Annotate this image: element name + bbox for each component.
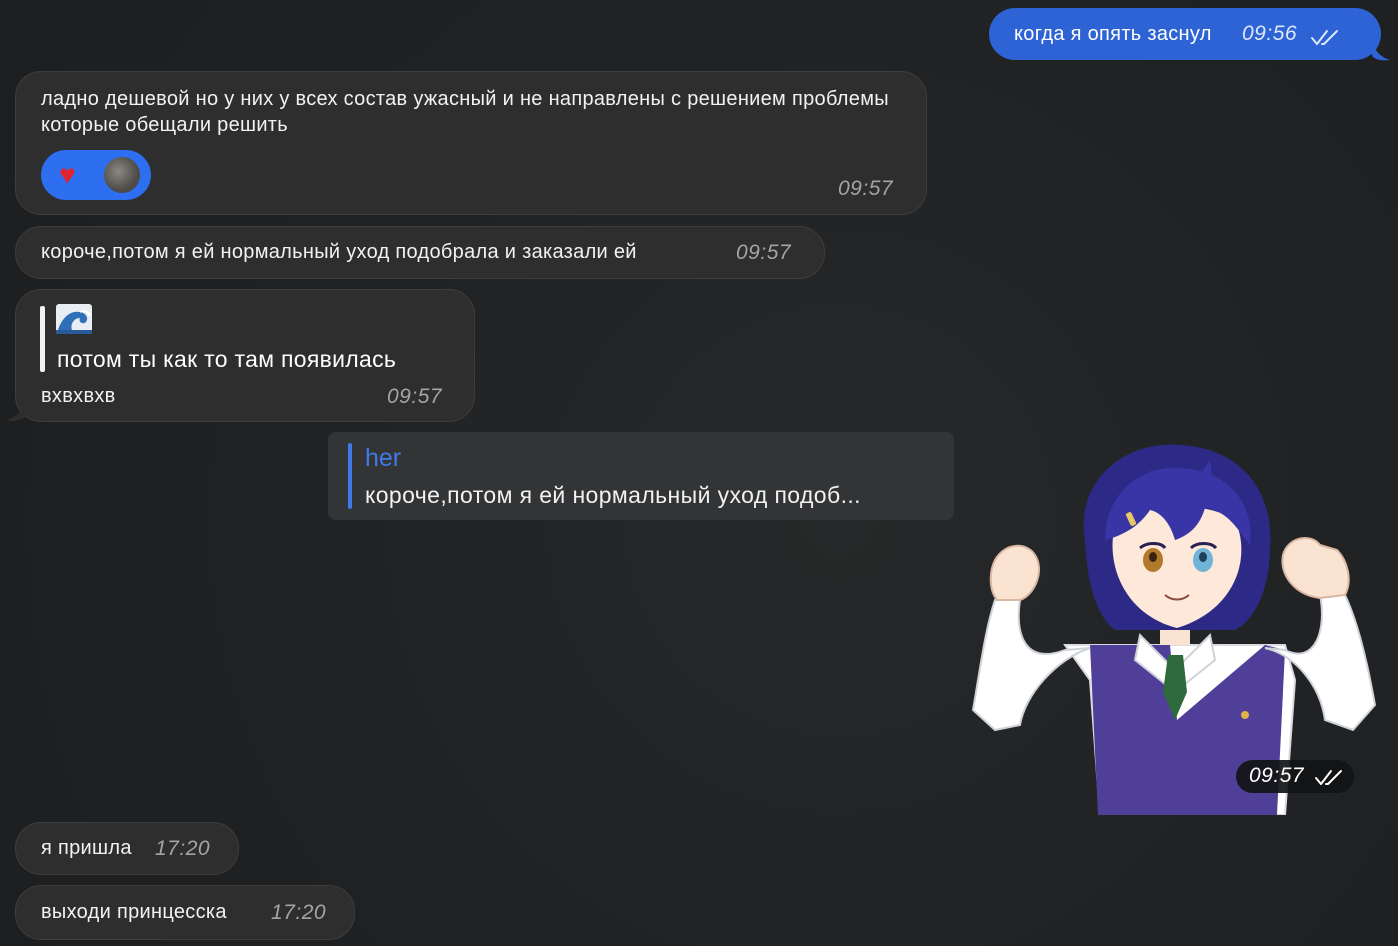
message-text: я пришла: [41, 837, 132, 859]
message-time: 09:56: [1242, 22, 1298, 45]
message-time: 09:57: [1249, 764, 1305, 787]
message-time: 17:20: [155, 837, 211, 860]
anime-girl-sticker[interactable]: [965, 430, 1385, 815]
quote-bar: [40, 306, 45, 372]
reply-accent-bar: [348, 443, 352, 509]
quote-text: потом ты как то там появилась: [57, 346, 397, 372]
chat-area: когда я опять заснул 09:56 ладно дешевой…: [0, 0, 1398, 946]
message-time: 09:57: [838, 177, 894, 200]
incoming-message[interactable]: потом ты как то там появилась вхвхвхв 09…: [15, 289, 475, 422]
reply-quote[interactable]: her короче,потом я ей нормальный уход по…: [328, 432, 954, 520]
incoming-message[interactable]: я пришла 17:20: [15, 822, 239, 875]
message-text: короче,потом я ей нормальный уход подобр…: [41, 241, 637, 263]
incoming-message[interactable]: короче,потом я ей нормальный уход подобр…: [15, 226, 825, 279]
message-text: вхвхвхв: [41, 385, 116, 407]
message-time: 09:57: [736, 241, 792, 264]
sticker-time-badge: 09:57: [1236, 760, 1354, 793]
reply-text: короче,потом я ей нормальный уход подоб.…: [365, 482, 861, 508]
double-check-icon: [1311, 30, 1338, 45]
outgoing-message[interactable]: когда я опять заснул 09:56: [989, 8, 1381, 60]
message-text: когда я опять заснул: [1014, 23, 1212, 45]
double-check-icon: [1315, 770, 1342, 785]
message-time: 09:57: [387, 385, 443, 408]
reply-author: her: [365, 444, 402, 472]
reaction-pill[interactable]: ♥: [41, 150, 151, 200]
incoming-message[interactable]: выходи принцесска 17:20: [15, 885, 355, 940]
heart-icon: ♥: [59, 159, 76, 190]
avatar: [102, 155, 142, 195]
message-time: 17:20: [271, 901, 327, 924]
bubble-tail: [1372, 40, 1390, 61]
message-text: выходи принцесска: [41, 901, 227, 923]
wave-emoji-icon: [56, 304, 92, 334]
message-text: ладно дешевой но у них у всех состав ужа…: [41, 88, 889, 136]
incoming-message[interactable]: ладно дешевой но у них у всех состав ужа…: [15, 71, 927, 215]
bubble-tail: [6, 402, 25, 421]
